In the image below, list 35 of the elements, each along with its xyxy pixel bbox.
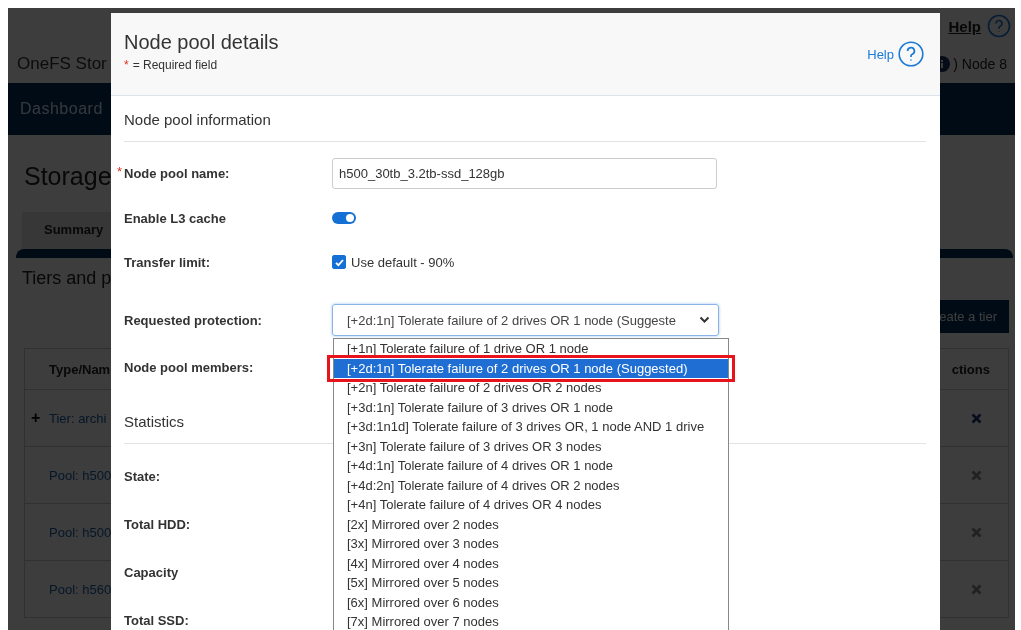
dropdown-option[interactable]: [+2n] Tolerate failure of 2 drives OR 2 nodes	[334, 378, 728, 398]
name-input[interactable]: h500_30tb_3.2tb-ssd_128gb	[332, 157, 717, 189]
checkbox[interactable]	[332, 255, 346, 269]
dropdown-option[interactable]: [3x] Mirrored over 3 nodes	[334, 534, 728, 554]
field-label: Total SSD:	[124, 612, 189, 628]
required-mark: *	[124, 57, 129, 72]
section-title: Node pool information	[124, 96, 926, 142]
required-note: = Required field	[132, 57, 218, 72]
help-link[interactable]: Help	[867, 46, 894, 62]
field-label: Node pool name:	[124, 165, 230, 181]
checkbox-label: Use default - 90%	[351, 254, 455, 270]
dialog-title: Node pool details	[124, 30, 279, 54]
required-mark: *	[117, 163, 123, 179]
field-label: State:	[124, 468, 161, 484]
chevron-down-icon	[699, 316, 710, 324]
help-icon[interactable]	[898, 41, 924, 67]
field-label: Requested protection:	[124, 312, 262, 328]
dropdown-option[interactable]: [5x] Mirrored over 5 nodes	[334, 573, 728, 593]
dropdown-option[interactable]: [+4d:2n] Tolerate failure of 4 drives OR 2 nodes	[334, 475, 728, 495]
dropdown-option[interactable]: [7x] Mirrored over 7 nodes	[334, 612, 728, 630]
dropdown-option[interactable]: [4x] Mirrored over 4 nodes	[334, 553, 728, 573]
field-label: Transfer limit:	[124, 254, 210, 270]
toggle-switch[interactable]	[332, 212, 356, 224]
dropdown-option[interactable]: [+3d:1n1d] Tolerate failure of 3 drives OR, 1 node AND 1 drive	[334, 417, 728, 437]
dropdown-option[interactable]: [6x] Mirrored over 6 nodes	[334, 592, 728, 612]
dropdown-option[interactable]: [2x] Mirrored over 2 nodes	[334, 514, 728, 534]
dropdown-option[interactable]: [+4d:1n] Tolerate failure of 4 drives OR 1 node	[334, 456, 728, 476]
dropdown-option[interactable]: [+3n] Tolerate failure of 3 drives OR 3 nodes	[334, 436, 728, 456]
field-label: Node pool members:	[124, 359, 254, 375]
field-label: Capacity	[124, 564, 179, 580]
dropdown-option[interactable]: [+4n] Tolerate failure of 4 drives OR 4 nodes	[334, 495, 728, 515]
field-label: Enable L3 cache	[124, 210, 226, 226]
dropdown-option[interactable]: [+3d:1n] Tolerate failure of 3 drives OR 1 node	[334, 397, 728, 417]
field-label: Total HDD:	[124, 516, 191, 532]
protection-select[interactable]: [+2d:1n] Tolerate failure of 2 drives OR 1 node (Suggeste	[332, 304, 719, 336]
